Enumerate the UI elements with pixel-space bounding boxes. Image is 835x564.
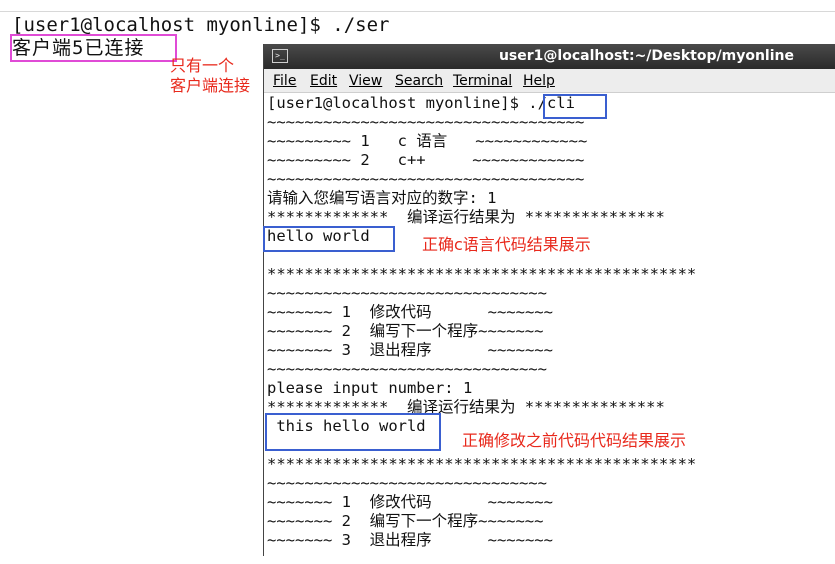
- annotation-one-client: 只有一个 客户端连接: [170, 56, 251, 95]
- menu-search[interactable]: Search: [395, 72, 443, 90]
- terminal-line: ~~~~~~~ 2 编写下一个程序~~~~~~~: [267, 322, 544, 340]
- terminal-line: ~~~~~~~ 3 退出程序 ~~~~~~~: [267, 531, 553, 549]
- terminal-window[interactable]: >_ user1@localhost:~/Desktop/myonline Fi…: [263, 44, 835, 556]
- terminal-line: ~~~~~~~~~~~~~~~~~~~~~~~~~~~~~~: [267, 284, 547, 302]
- menu-terminal[interactable]: Terminal: [453, 72, 512, 90]
- terminal-line: ****************************************…: [267, 455, 697, 473]
- terminal-line: ~~~~~~~ 3 退出程序 ~~~~~~~: [267, 341, 553, 359]
- terminal-line: please input number: 1: [267, 379, 473, 397]
- terminal-line: ************* 编译运行结果为 ***************: [267, 208, 665, 226]
- terminal-line: ~~~~~~~~~~~~~~~~~~~~~~~~~~~~~~: [267, 474, 547, 492]
- annotation-correct-c: 正确c语言代码结果展示: [422, 235, 591, 254]
- this-hello-world-highlight: [265, 413, 441, 451]
- terminal-output[interactable]: [user1@localhost myonline]$ ./cli ~~~~~~~…: [267, 94, 833, 550]
- cli-command-highlight: [543, 94, 607, 119]
- window-title: user1@localhost:~/Desktop/myonline: [498, 48, 794, 64]
- menu-file[interactable]: File: [273, 72, 296, 90]
- menu-view[interactable]: View: [349, 72, 382, 90]
- window-titlebar[interactable]: >_ user1@localhost:~/Desktop/myonline: [264, 44, 835, 69]
- menu-help[interactable]: Help: [523, 72, 555, 90]
- terminal-line: ~~~~~~~~~~~~~~~~~~~~~~~~~~~~~~: [267, 360, 547, 378]
- server-command-line: [user1@localhost myonline]$ ./ser: [12, 14, 390, 36]
- terminal-line: ~~~~~~~~~ 2 c++ ~~~~~~~~~~~~: [267, 151, 585, 169]
- menu-bar: File Edit View Search Terminal Help: [264, 69, 835, 93]
- menu-search-label: Search: [395, 73, 444, 89]
- menu-file-label: File: [273, 73, 297, 89]
- hello-world-highlight: [263, 226, 395, 252]
- annotation-correct-before: 正确修改之前代码代码结果展示: [462, 431, 687, 450]
- client-connected-highlight: [10, 34, 177, 62]
- top-divider: [0, 11, 835, 12]
- terminal-line: ~~~~~~~~~~~~~~~~~~~~~~~~~~~~~~~~~~: [267, 170, 585, 188]
- terminal-line: ~~~~~~~ 1 修改代码 ~~~~~~~: [267, 303, 553, 321]
- menu-terminal-label: Terminal: [453, 73, 513, 89]
- menu-edit[interactable]: Edit: [310, 72, 337, 90]
- menu-edit-label: Edit: [310, 73, 338, 89]
- terminal-line: ****************************************…: [267, 265, 697, 283]
- terminal-line: 请输入您编写语言对应的数字: 1: [267, 189, 497, 207]
- menu-view-label: View: [349, 73, 383, 89]
- terminal-line: ~~~~~~~~~ 1 c 语言 ~~~~~~~~~~~~: [267, 132, 588, 150]
- menu-help-label: Help: [523, 73, 555, 89]
- terminal-line: ~~~~~~~ 2 编写下一个程序~~~~~~~: [267, 512, 544, 530]
- terminal-line: ~~~~~~~ 1 修改代码 ~~~~~~~: [267, 493, 553, 511]
